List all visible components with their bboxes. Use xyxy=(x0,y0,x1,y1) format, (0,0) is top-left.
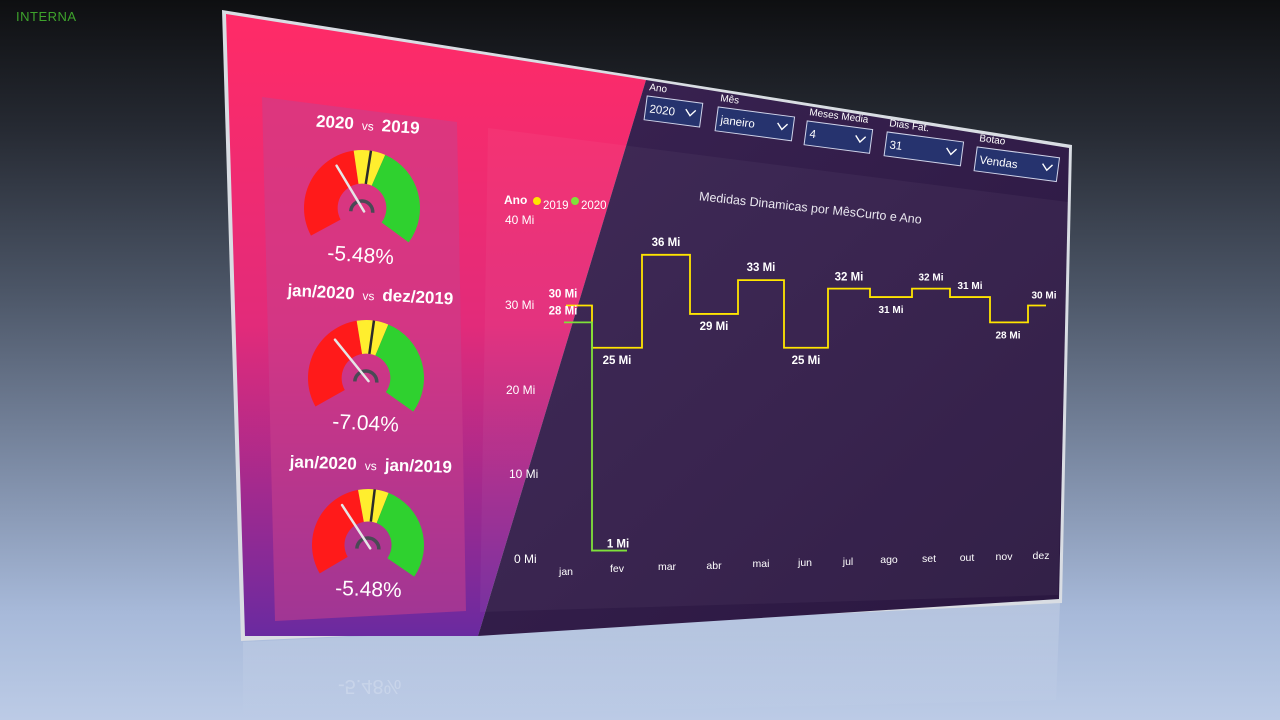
gauge-title-left: jan/2020 xyxy=(288,452,357,473)
legend-item-2020: 2020 xyxy=(581,200,607,212)
filter-value: 31 xyxy=(889,139,903,153)
filter-meses-media: Meses Media4 xyxy=(803,107,874,154)
data-label-2019: 29 Mi xyxy=(700,321,729,333)
x-tick-label: jun xyxy=(797,557,812,569)
data-label-2019: 25 Mi xyxy=(603,355,632,367)
data-label-2019: 31 Mi xyxy=(878,305,903,316)
gauge-title-right: dez/2019 xyxy=(382,286,454,309)
legend-title: Ano xyxy=(504,193,527,207)
y-tick-label: 20 Mi xyxy=(506,383,535,397)
data-label-2020: 28 Mi xyxy=(549,305,578,317)
x-tick-label: abr xyxy=(706,560,722,572)
data-label-2020: 1 Mi xyxy=(607,539,629,551)
data-label-2019: 31 Mi xyxy=(957,281,982,292)
data-label-2019: 30 Mi xyxy=(549,289,578,301)
y-tick-label: 40 Mi xyxy=(505,213,534,227)
gauge-value: -5.48% xyxy=(335,577,402,602)
x-tick-label: jul xyxy=(842,556,854,568)
gauge-vs: vs xyxy=(361,119,374,134)
legend-item-2019: 2019 xyxy=(543,200,569,212)
gauge-vs: vs xyxy=(365,459,377,473)
y-tick-label: 30 Mi xyxy=(505,298,534,312)
gauge-value: -5.48% xyxy=(327,242,395,270)
svg-text:-5.48%: -5.48% xyxy=(338,675,402,697)
gauge-title-left: 2020 xyxy=(315,112,354,134)
x-tick-label: out xyxy=(960,552,975,564)
data-label-2019: 32 Mi xyxy=(835,272,864,284)
x-tick-label: fev xyxy=(610,563,625,575)
x-tick-label: ago xyxy=(880,554,898,566)
legend-swatch-2019 xyxy=(533,197,541,205)
data-label-2019: 33 Mi xyxy=(747,262,776,274)
gauge-vs: vs xyxy=(362,289,375,304)
data-label-2019: 32 Mi xyxy=(918,273,943,284)
x-tick-label: mar xyxy=(658,561,677,573)
gauge-title-right: jan/2019 xyxy=(383,456,452,477)
data-label-2019: 25 Mi xyxy=(792,355,821,367)
legend-swatch-2020 xyxy=(571,197,579,205)
data-label-2019: 28 Mi xyxy=(995,330,1020,341)
data-label-2019: 36 Mi xyxy=(652,237,681,249)
y-tick-label: 0 Mi xyxy=(514,552,537,566)
gauge-title-right: 2019 xyxy=(381,116,420,138)
gauge-value: -7.04% xyxy=(332,410,400,436)
reflection-text: -5.48% xyxy=(338,675,402,697)
data-label-2019: 30 Mi xyxy=(1031,291,1056,302)
x-tick-label: set xyxy=(922,553,936,565)
gauge-title-left: jan/2020 xyxy=(286,281,355,304)
x-tick-label: dez xyxy=(1033,550,1050,562)
x-tick-label: mai xyxy=(753,558,770,570)
dashboard-scene: -5.48% 2020 vs 2019 -5.48% jan/2020 vs dez/201… xyxy=(222,10,1072,720)
y-tick-label: 10 Mi xyxy=(509,467,538,481)
x-tick-label: nov xyxy=(996,551,1014,563)
x-tick-label: jan xyxy=(558,566,573,578)
